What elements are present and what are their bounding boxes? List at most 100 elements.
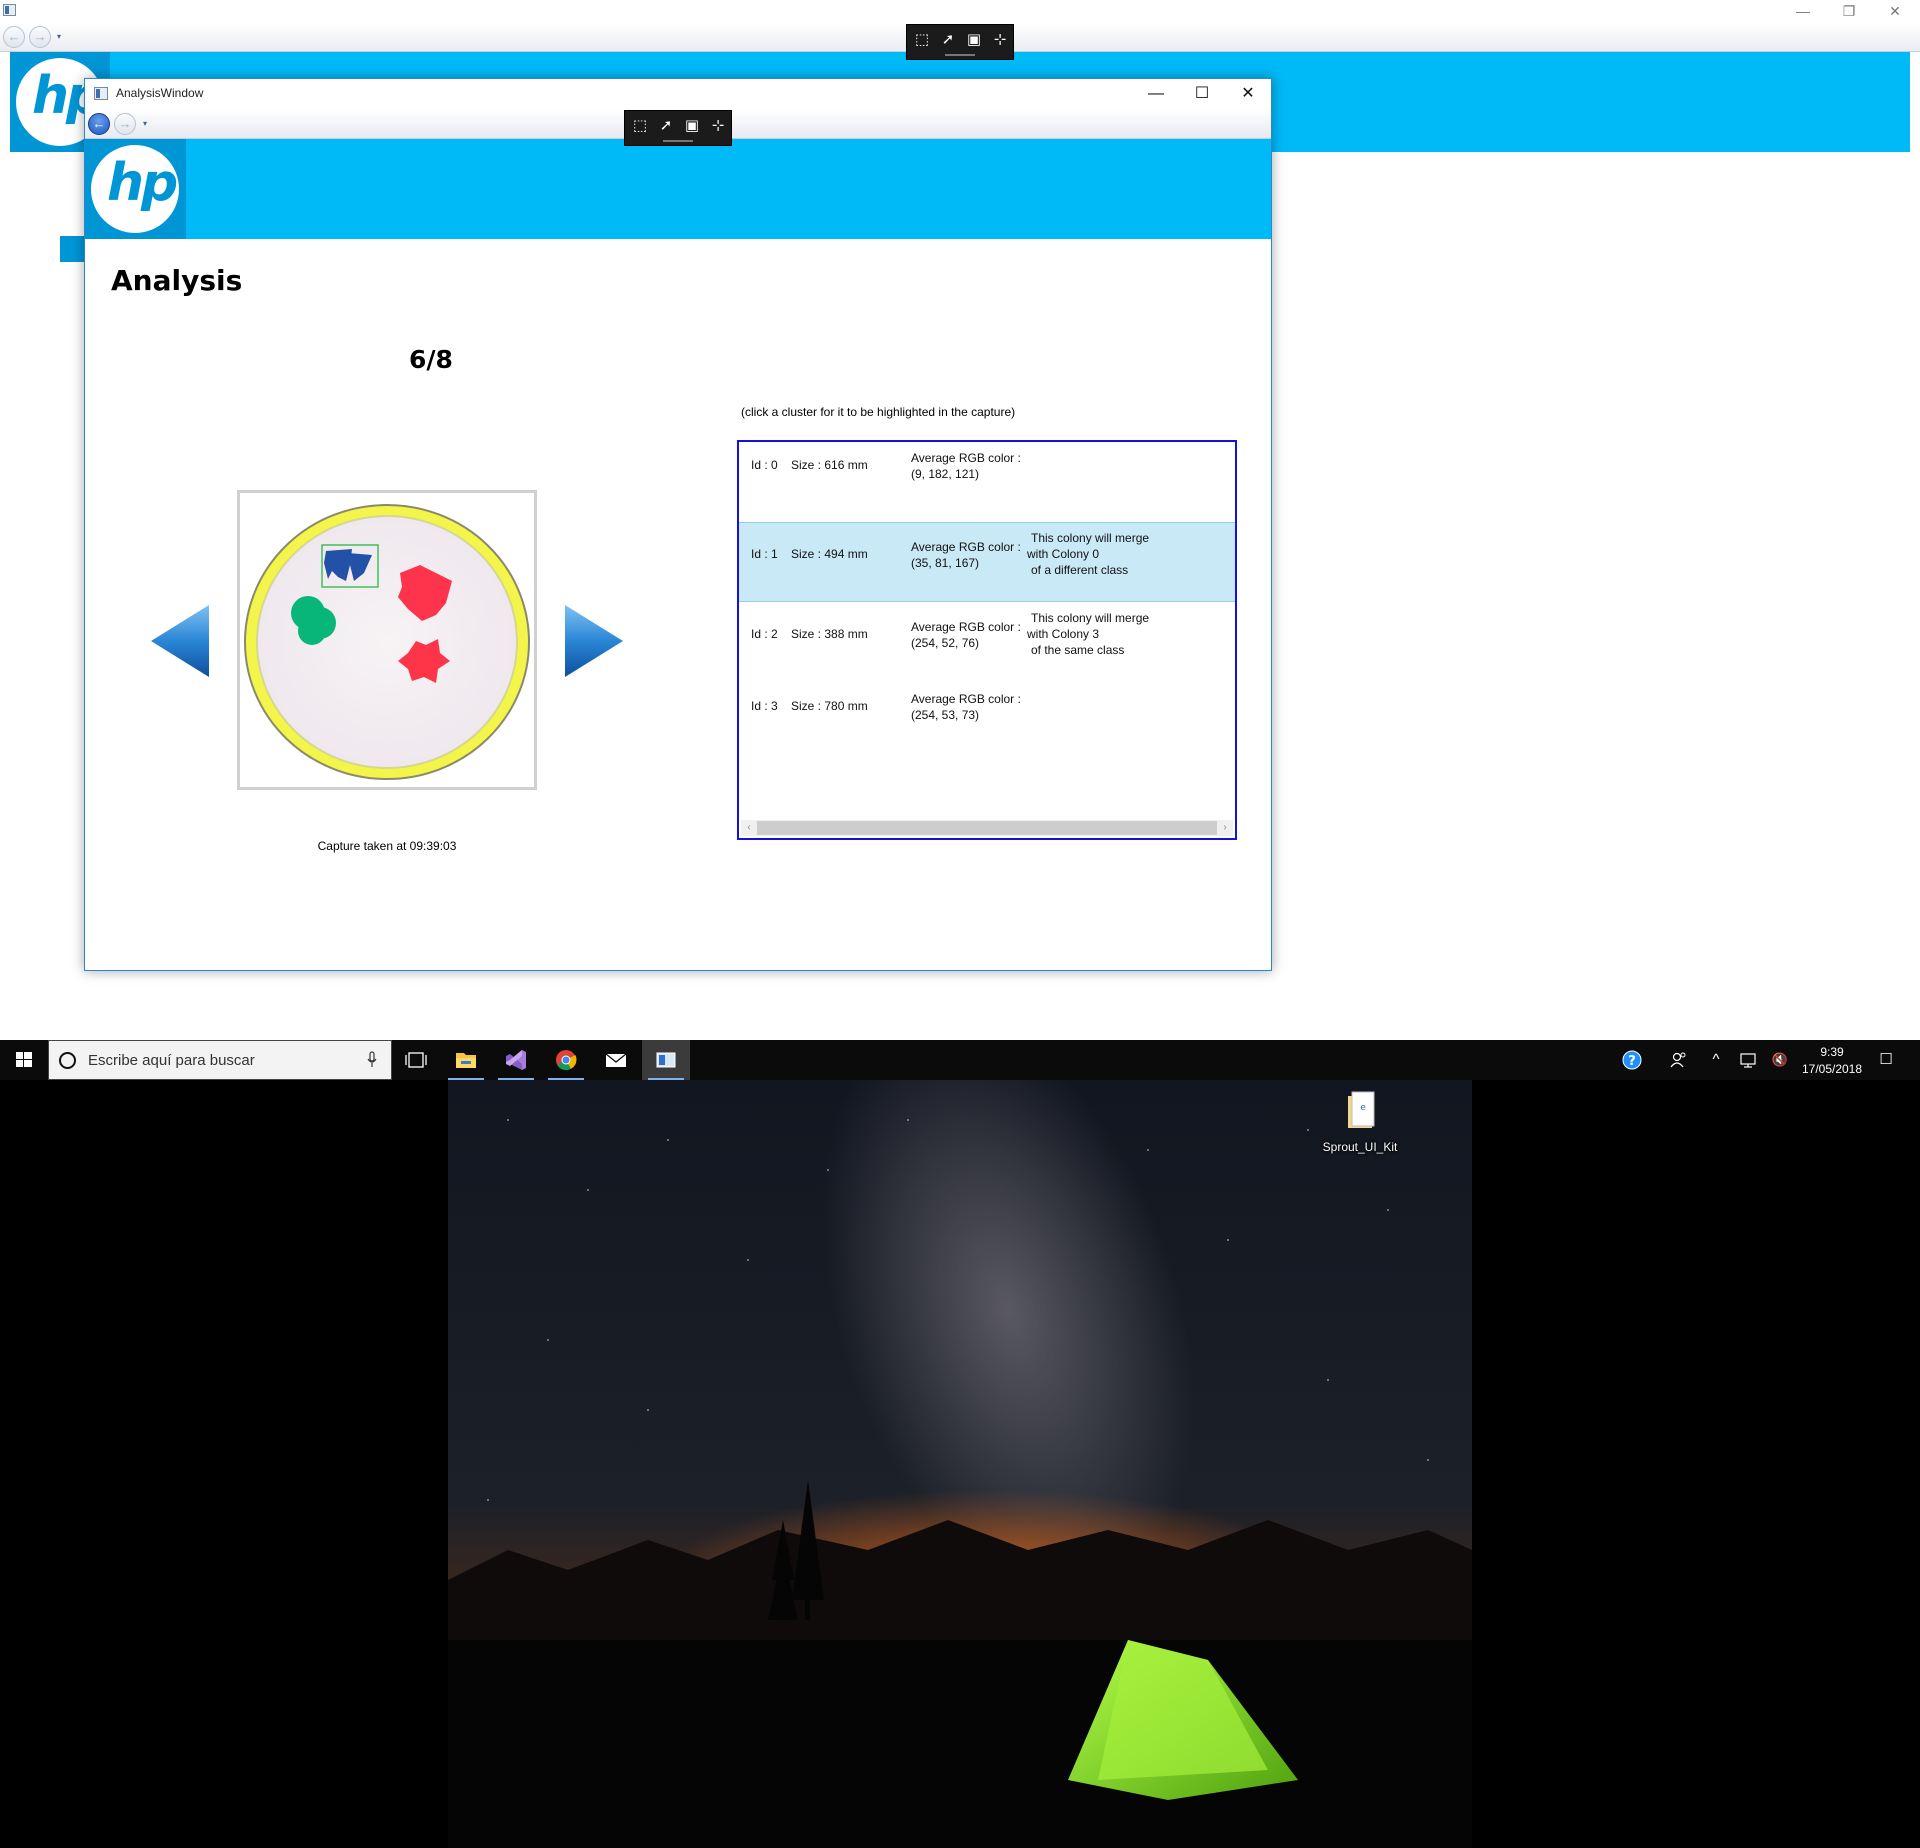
back-button[interactable]: ←: [88, 113, 110, 135]
desktop-wallpaper: [448, 1080, 1472, 1848]
display-layout-icon[interactable]: ➚: [939, 31, 957, 49]
track-focused-element-icon[interactable]: ▣: [683, 117, 701, 135]
next-capture-button[interactable]: [563, 603, 625, 679]
cluster-row[interactable]: Id : 3 Size : 780 mm Average RGB color :…: [739, 683, 1235, 763]
capture-timestamp: Capture taken at 09:39:03: [317, 839, 457, 853]
toolbar-grip[interactable]: [945, 54, 975, 56]
file-explorer-button[interactable]: [442, 1040, 490, 1080]
parent-minimize-button[interactable]: —: [1780, 0, 1826, 24]
page-counter: 6/8: [409, 345, 453, 374]
cluster-rgb: Average RGB color : (9, 182, 121): [911, 450, 1021, 482]
nav-history-dropdown[interactable]: ▾: [143, 119, 147, 128]
analysis-window: AnalysisWindow — ☐ ✕ ← → ▾ hp Analysis 6…: [84, 78, 1272, 971]
maximize-button[interactable]: ☐: [1179, 79, 1225, 109]
adorner-icon[interactable]: ⊹: [709, 117, 727, 135]
windows-start-icon[interactable]: [0, 1040, 48, 1080]
cluster-row[interactable]: Id : 2 Size : 388 mm Average RGB color :…: [739, 603, 1235, 683]
clock-time[interactable]: 9:39: [1792, 1045, 1872, 1059]
desktop: e Sprout_UI_Kit: [0, 1080, 1920, 1848]
parent-restore-button[interactable]: ❐: [1826, 0, 1872, 24]
debug-toolbar: ⬚ ➚ ▣ ⊹: [906, 24, 1014, 60]
task-view-icon[interactable]: [392, 1040, 440, 1080]
app-icon: [3, 4, 16, 16]
network-icon[interactable]: [1738, 1050, 1758, 1070]
people-icon[interactable]: [1668, 1050, 1688, 1070]
debug-toolbar: ⬚ ➚ ▣ ⊹: [624, 110, 732, 146]
rgb-value: (9, 182, 121): [911, 467, 980, 481]
track-focused-element-icon[interactable]: ▣: [965, 31, 983, 49]
header-banner: [85, 139, 1271, 239]
hp-logo: hp: [85, 139, 186, 239]
forward-button[interactable]: →: [114, 113, 136, 135]
toolbar-grip[interactable]: [663, 140, 693, 142]
close-button[interactable]: ✕: [1225, 79, 1271, 109]
cluster-row-selected[interactable]: Id : 1 Size : 494 mm Average RGB color :…: [739, 522, 1235, 602]
parent-side-panel-tab: [60, 236, 86, 262]
cluster-rgb: Average RGB color : (254, 52, 76): [911, 619, 1021, 651]
svg-text:?: ?: [1628, 1054, 1636, 1069]
adorner-icon[interactable]: ⊹: [991, 31, 1009, 49]
cluster-id: Id : 2: [751, 627, 778, 641]
minimize-button[interactable]: —: [1133, 79, 1179, 109]
scroll-left-button[interactable]: ‹: [741, 820, 757, 836]
merge-line: of a different class: [1031, 563, 1129, 577]
notifications-icon[interactable]: ☐: [1876, 1050, 1896, 1070]
select-element-icon[interactable]: ⬚: [913, 31, 931, 49]
clock-date[interactable]: 17/05/2018: [1792, 1062, 1872, 1076]
page-title: Analysis: [111, 264, 243, 297]
scroll-thumb[interactable]: [757, 821, 1217, 835]
rgb-value: (35, 81, 167): [911, 556, 980, 570]
visual-studio-icon: [506, 1050, 526, 1070]
cortana-icon: [59, 1052, 76, 1069]
previous-capture-button[interactable]: [149, 603, 211, 679]
desktop-folder[interactable]: e Sprout_UI_Kit: [1322, 1090, 1398, 1160]
folder-shortcut-icon: e: [1348, 1091, 1375, 1128]
running-app-icon: [656, 1052, 676, 1068]
cluster-row[interactable]: Id : 0 Size : 616 mm Average RGB color :…: [739, 442, 1235, 522]
show-hidden-icons-icon[interactable]: ^: [1706, 1050, 1726, 1070]
merge-line: of the same class: [1031, 643, 1125, 657]
merge-line: with Colony 0: [1027, 547, 1100, 561]
file-explorer-icon: [456, 1053, 476, 1068]
cluster-list[interactable]: Id : 0 Size : 616 mm Average RGB color :…: [737, 440, 1237, 840]
parent-nav-history-dropdown[interactable]: ▾: [57, 32, 61, 41]
rgb-value: (254, 52, 76): [911, 636, 980, 650]
merge-line: This colony will merge: [1031, 531, 1150, 545]
cluster-rgb: Average RGB color : (35, 81, 167): [911, 539, 1021, 571]
hp-logo-text: hp: [107, 153, 178, 213]
select-element-icon[interactable]: ⬚: [631, 117, 649, 135]
parent-forward-button[interactable]: →: [29, 26, 51, 48]
chrome-button[interactable]: [542, 1040, 590, 1080]
cluster-size: Size : 616 mm: [791, 458, 868, 472]
microphone-icon[interactable]: [367, 1051, 377, 1069]
visual-studio-button[interactable]: [492, 1040, 540, 1080]
search-box[interactable]: Escribe aquí para buscar: [48, 1040, 392, 1080]
merge-note: This colony will merge with Colony 0 of …: [1027, 530, 1149, 578]
cluster-hint: (click a cluster for it to be highlighte…: [741, 405, 1016, 419]
volume-muted-icon[interactable]: 🔇: [1770, 1050, 1790, 1070]
display-layout-icon[interactable]: ➚: [657, 117, 675, 135]
cluster-size: Size : 780 mm: [791, 699, 868, 713]
cluster-id: Id : 3: [751, 699, 778, 713]
mail-icon[interactable]: [592, 1040, 640, 1080]
help-icon[interactable]: ?: [1622, 1050, 1642, 1070]
merge-line: with Colony 3: [1027, 627, 1100, 641]
parent-back-button[interactable]: ←: [3, 26, 25, 48]
parent-close-button[interactable]: ✕: [1872, 0, 1918, 24]
rgb-label: Average RGB color :: [911, 540, 1021, 554]
capture-image: [237, 490, 537, 790]
analysis-window-titlebar[interactable]: AnalysisWindow — ☐ ✕: [85, 79, 1271, 109]
cluster-size: Size : 494 mm: [791, 547, 868, 561]
merge-line: This colony will merge: [1031, 611, 1150, 625]
window-icon: [94, 87, 108, 100]
rgb-label: Average RGB color :: [911, 451, 1021, 465]
running-app-button[interactable]: [642, 1040, 690, 1080]
folder-label: Sprout_UI_Kit: [1322, 1140, 1398, 1154]
svg-text:e: e: [1360, 1103, 1366, 1113]
parent-titlebar: — ❐ ✕: [0, 0, 1920, 24]
horizontal-scrollbar[interactable]: ‹ ›: [741, 820, 1233, 836]
cluster-size: Size : 388 mm: [791, 627, 868, 641]
scroll-right-button[interactable]: ›: [1217, 820, 1233, 836]
petri-dish-image: [244, 504, 530, 780]
rgb-label: Average RGB color :: [911, 620, 1021, 634]
